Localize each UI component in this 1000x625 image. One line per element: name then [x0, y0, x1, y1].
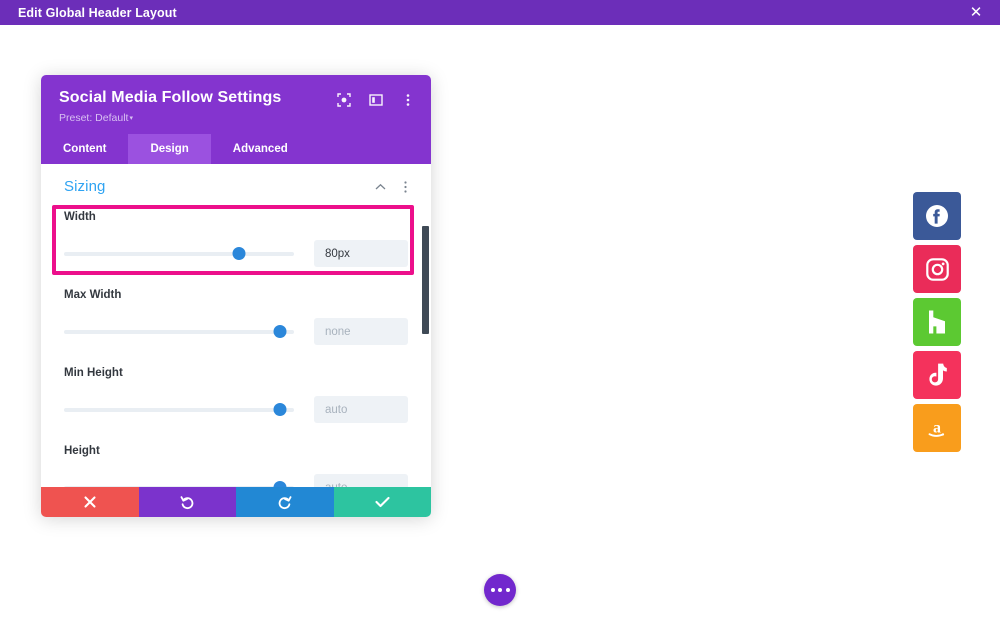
slider-thumb[interactable]: [273, 481, 287, 487]
houzz-icon: [925, 309, 949, 335]
undo-icon: [180, 495, 195, 510]
modal-tabs: Content Design Advanced: [41, 134, 431, 164]
slider-max-width[interactable]: [64, 325, 294, 339]
modal-title: Social Media Follow Settings: [59, 89, 282, 106]
input-width[interactable]: [314, 240, 408, 267]
tab-advanced[interactable]: Advanced: [211, 134, 310, 164]
kebab-menu-icon[interactable]: [400, 92, 415, 107]
modal-header-actions: [336, 89, 415, 107]
input-height[interactable]: [314, 474, 408, 487]
settings-modal: Social Media Follow Settings Preset: Def…: [41, 75, 431, 517]
close-icon: [84, 496, 96, 508]
input-max-width[interactable]: [314, 318, 408, 345]
field-label-width: Width: [64, 211, 96, 223]
modal-header: Social Media Follow Settings Preset: Def…: [41, 75, 431, 134]
slider-height[interactable]: [64, 481, 294, 487]
field-height: Height: [41, 445, 431, 487]
ellipsis-icon: [498, 588, 502, 592]
preset-selector[interactable]: Preset: Default▾: [59, 112, 415, 124]
slider-track: [64, 251, 294, 256]
facebook-icon: [924, 203, 950, 229]
slider-thumb[interactable]: [232, 247, 246, 260]
svg-text:a: a: [933, 420, 941, 437]
field-min-height: Min Height: [41, 367, 431, 423]
page-settings-fab[interactable]: [484, 574, 516, 606]
page-title: Edit Global Header Layout: [18, 5, 177, 20]
modal-body: Sizing Width 80px Max Width none Min Hei…: [41, 164, 431, 487]
close-icon[interactable]: ✕: [966, 3, 986, 23]
instagram-icon: [925, 257, 950, 282]
undo-button[interactable]: [138, 487, 236, 517]
focus-icon[interactable]: [336, 92, 351, 107]
tab-design[interactable]: Design: [128, 134, 211, 164]
section-kebab-menu-icon[interactable]: [399, 180, 411, 193]
slider-track: [64, 485, 294, 487]
social-link-amazon[interactable]: a: [913, 404, 961, 452]
slider-track: [64, 329, 294, 334]
field-label-max-width: Max Width: [64, 289, 122, 301]
input-min-height[interactable]: [314, 396, 408, 423]
layout-panel-icon[interactable]: [368, 92, 383, 107]
chevron-down-icon: ▾: [129, 115, 133, 123]
slider-thumb[interactable]: [273, 325, 287, 338]
ellipsis-icon: [490, 588, 495, 592]
tab-content[interactable]: Content: [41, 134, 128, 164]
redo-button[interactable]: [236, 487, 334, 517]
field-width: Width: [41, 211, 431, 267]
section-sizing-header: Sizing: [41, 164, 431, 205]
slider-width[interactable]: [64, 247, 294, 261]
social-link-instagram[interactable]: [913, 245, 961, 293]
section-title: Sizing: [64, 178, 106, 195]
check-icon: [375, 496, 390, 508]
field-label-height: Height: [64, 445, 100, 457]
ellipsis-icon: [505, 588, 510, 592]
social-media-follow-module: a: [913, 192, 961, 452]
redo-icon: [277, 495, 292, 510]
modal-footer: [41, 487, 431, 517]
chevron-up-icon[interactable]: [374, 181, 386, 193]
slider-min-height[interactable]: [64, 403, 294, 417]
field-label-min-height: Min Height: [64, 367, 123, 379]
cancel-button[interactable]: [41, 487, 139, 517]
modal-scrollbar-thumb[interactable]: [422, 226, 429, 334]
slider-thumb[interactable]: [273, 403, 287, 416]
social-link-houzz[interactable]: [913, 298, 961, 346]
social-link-tiktok[interactable]: [913, 351, 961, 399]
slider-track: [64, 407, 294, 412]
preset-label: Preset: Default: [59, 112, 129, 124]
field-max-width: Max Width: [41, 289, 431, 345]
amazon-icon: a: [924, 415, 950, 441]
tiktok-icon: [925, 362, 949, 388]
save-button[interactable]: [333, 487, 431, 517]
social-link-facebook[interactable]: [913, 192, 961, 240]
admin-topbar: Edit Global Header Layout ✕: [0, 0, 1000, 25]
